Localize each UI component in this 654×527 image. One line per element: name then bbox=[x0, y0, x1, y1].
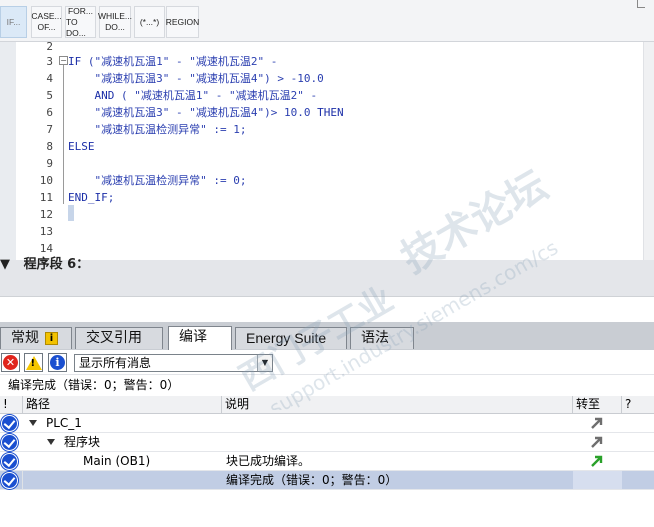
success-check-icon bbox=[1, 434, 18, 451]
line-number: 7 bbox=[46, 123, 53, 136]
success-check-icon bbox=[1, 472, 18, 489]
code-line-3[interactable]: IF ("减速机瓦温1" - "减速机瓦温2" - bbox=[68, 53, 277, 70]
if-button[interactable]: IF... bbox=[0, 6, 27, 38]
goto-arrow-icon[interactable] bbox=[590, 416, 604, 430]
expand-arrow-icon[interactable] bbox=[47, 439, 55, 445]
tab-general-label: 常规 bbox=[11, 330, 39, 346]
region-button-label: REGION bbox=[165, 16, 200, 27]
fold-guide-line bbox=[63, 64, 64, 204]
code-line-7[interactable]: "减速机瓦温检测异常" := 1; bbox=[68, 121, 246, 138]
case-of-button[interactable]: CASE... OF... bbox=[31, 6, 62, 38]
table-row[interactable]: Main (OB1) 块已成功编译。 bbox=[0, 452, 654, 471]
code-line-10[interactable]: "减速机瓦温检测异常" := 0; bbox=[68, 172, 246, 189]
scl-code-editor[interactable]: 2 3 4 5 6 7 8 9 10 11 12 13 14 − IF ("减速… bbox=[0, 40, 654, 260]
goto-arrow-icon[interactable] bbox=[590, 454, 604, 468]
inspector-tab-bar: 常规 i 交叉引用 编译 Energy Suite 语法 bbox=[0, 322, 654, 350]
info-filter-icon: i bbox=[50, 355, 65, 370]
while-button-line1: WHILE... bbox=[98, 11, 133, 21]
line-number: 4 bbox=[46, 72, 53, 85]
tab-syntax[interactable]: 语法 bbox=[350, 327, 414, 349]
panel-splitter[interactable] bbox=[0, 296, 654, 322]
column-header-goto[interactable]: 转至 bbox=[573, 396, 622, 414]
table-row[interactable]: 编译完成（错误：0；警告：0） bbox=[0, 471, 654, 490]
chevron-down-icon[interactable]: ▼ bbox=[257, 355, 272, 371]
warning-filter-icon: ! bbox=[25, 355, 42, 370]
goto-arrow-icon[interactable] bbox=[590, 435, 604, 449]
show-info-button[interactable]: i bbox=[48, 353, 67, 372]
while-do-button[interactable]: WHILE... DO... bbox=[98, 6, 133, 38]
column-header-help[interactable]: ? bbox=[622, 396, 654, 414]
line-number: 5 bbox=[46, 89, 53, 102]
network-header[interactable]: ▼ 程序段 6： bbox=[0, 257, 654, 296]
line-number: 3 bbox=[46, 55, 53, 68]
code-line-5[interactable]: AND ( "减速机瓦温1" - "减速机瓦温2" - bbox=[68, 87, 318, 104]
row-path: 程序块 bbox=[64, 435, 101, 449]
expand-arrow-icon[interactable] bbox=[29, 420, 37, 426]
comment-button[interactable]: (*...*) bbox=[134, 6, 165, 38]
if-button-label: IF... bbox=[6, 16, 21, 27]
column-header-description[interactable]: 说明 bbox=[222, 396, 573, 414]
success-check-icon bbox=[1, 415, 18, 432]
table-row[interactable]: PLC_1 bbox=[0, 414, 654, 433]
show-warnings-button[interactable]: ! bbox=[24, 353, 43, 372]
tab-energy-suite[interactable]: Energy Suite bbox=[235, 327, 347, 349]
row-description: 块已成功编译。 bbox=[226, 454, 311, 468]
show-errors-button[interactable]: ✕ bbox=[1, 353, 20, 372]
case-button-line2: OF... bbox=[37, 22, 56, 32]
tab-general[interactable]: 常规 i bbox=[0, 327, 72, 349]
compile-summary: 编译完成（错误：0；警告：0） bbox=[8, 378, 180, 392]
message-filter-select[interactable]: 显示所有消息 ▼ bbox=[74, 354, 273, 372]
column-header-severity[interactable]: ! bbox=[0, 396, 23, 414]
network-title: ▼ 程序段 6： bbox=[0, 257, 90, 272]
for-button-line1: FOR... bbox=[67, 5, 94, 16]
goto-cell[interactable] bbox=[573, 471, 622, 489]
cell-divider bbox=[22, 471, 23, 489]
case-button-line1: CASE... bbox=[31, 11, 62, 21]
code-line-6[interactable]: "减速机瓦温3" - "减速机瓦温4")> 10.0 THEN bbox=[68, 104, 343, 121]
table-empty-area bbox=[0, 490, 654, 527]
comment-button-label: (*...*) bbox=[139, 16, 160, 27]
for-button-line2: TO DO... bbox=[66, 16, 86, 38]
row-path: Main (OB1) bbox=[83, 454, 151, 468]
tab-compile[interactable]: 编译 bbox=[168, 326, 232, 350]
tab-syntax-label: 语法 bbox=[361, 330, 389, 346]
line-number-gutter: 2 3 4 5 6 7 8 9 10 11 12 13 14 bbox=[16, 40, 56, 260]
row-description: 编译完成（错误：0；警告：0） bbox=[226, 473, 398, 487]
message-filter-value: 显示所有消息 bbox=[79, 356, 152, 370]
code-line-8[interactable]: ELSE bbox=[68, 138, 95, 155]
code-line-4[interactable]: "减速机瓦温3" - "减速机瓦温4") > -10.0 bbox=[68, 70, 323, 87]
table-row[interactable]: 程序块 bbox=[0, 433, 654, 452]
line-number: 10 bbox=[39, 174, 53, 187]
line-number: 6 bbox=[46, 106, 53, 119]
tab-cross-reference-label: 交叉引用 bbox=[86, 330, 142, 346]
tab-compile-label: 编译 bbox=[179, 329, 207, 345]
message-table-header: ! 路径 说明 转至 ? bbox=[0, 396, 654, 414]
line-number: 12 bbox=[39, 208, 53, 221]
editor-vertical-scrollbar[interactable] bbox=[643, 42, 654, 260]
error-filter-icon: ✕ bbox=[3, 355, 18, 370]
line-number: 13 bbox=[39, 225, 53, 238]
tab-cross-reference[interactable]: 交叉引用 bbox=[75, 327, 163, 349]
collapse-block-icon[interactable]: − bbox=[59, 56, 68, 65]
collapse-icon[interactable] bbox=[637, 0, 645, 8]
line-number: 9 bbox=[46, 157, 53, 170]
while-button-line2: DO... bbox=[105, 22, 125, 32]
tab-energy-suite-label: Energy Suite bbox=[246, 330, 327, 346]
info-badge-icon: i bbox=[45, 332, 58, 345]
column-header-path[interactable]: 路径 bbox=[23, 396, 222, 414]
text-cursor bbox=[68, 205, 74, 221]
for-to-do-button[interactable]: FOR... TO DO... bbox=[65, 6, 96, 38]
success-check-icon bbox=[1, 453, 18, 470]
region-button[interactable]: REGION bbox=[166, 6, 199, 38]
code-line-11[interactable]: END_IF; bbox=[68, 189, 114, 206]
instruction-toolbar: IF... CASE... OF... FOR... TO DO... WHIL… bbox=[0, 0, 654, 42]
line-number: 11 bbox=[39, 191, 53, 204]
editor-margin bbox=[0, 42, 16, 260]
line-number: 8 bbox=[46, 140, 53, 153]
row-path: PLC_1 bbox=[46, 416, 82, 430]
